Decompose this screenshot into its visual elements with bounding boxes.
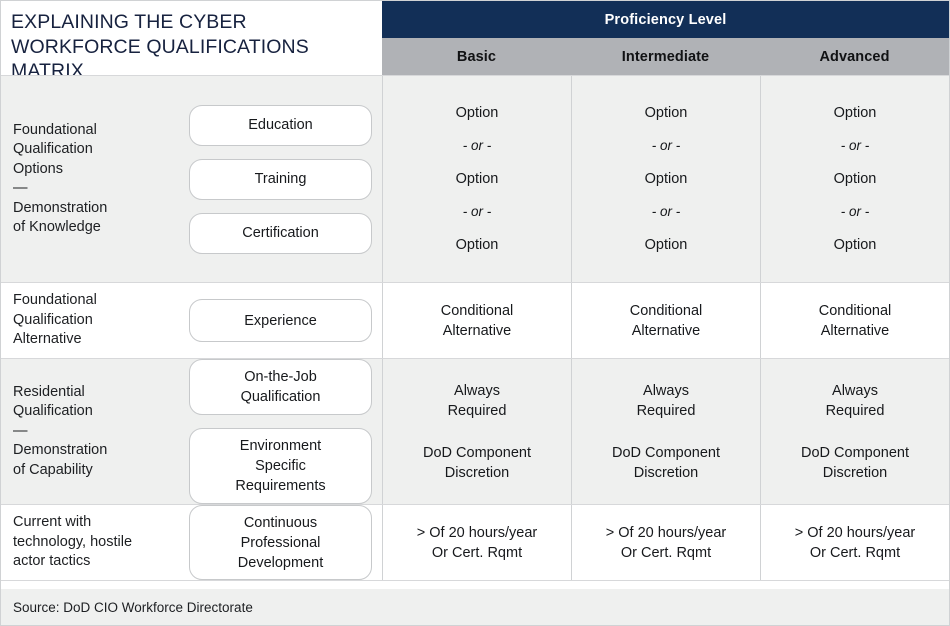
column-header-basic: Basic bbox=[456, 48, 497, 65]
row-label-line: Residential bbox=[13, 383, 85, 400]
pill-on-the-job-qualification[interactable]: On-the-Job Qualification bbox=[189, 359, 372, 415]
cell-segment: > Of 20 hours/year Or Cert. Rqmt bbox=[794, 524, 916, 561]
column-header-advanced: Advanced bbox=[819, 48, 890, 65]
row-data-cells: Always Required DoD Component Discretion… bbox=[382, 359, 949, 504]
table-cell-basic: Conditional Alternative bbox=[382, 283, 571, 358]
row-label-line: of Capability bbox=[13, 461, 93, 478]
row-label-line: Foundational bbox=[13, 121, 97, 138]
pill-certification[interactable]: Certification bbox=[189, 212, 372, 254]
row-label-dash: — bbox=[13, 180, 28, 196]
row-label-foundational-options: Foundational Qualification Options — Dem… bbox=[1, 76, 179, 282]
table-cell-intermediate: Conditional Alternative bbox=[571, 283, 760, 358]
row-label-residential-qualification: Residential Qualification — Demonstratio… bbox=[1, 359, 179, 504]
cell-segment: Option bbox=[455, 105, 499, 121]
cell-segment-or: - or - bbox=[651, 204, 681, 219]
pill-experience[interactable]: Experience bbox=[189, 299, 372, 342]
row-label-line: actor tactics bbox=[13, 553, 91, 570]
table-row: Foundational Qualification Alternative E… bbox=[1, 283, 949, 359]
cell-segment: Conditional Alternative bbox=[818, 302, 892, 339]
pill-education[interactable]: Education bbox=[189, 104, 372, 146]
row-label-foundational-alternative: Foundational Qualification Alternative bbox=[1, 283, 179, 358]
table-row: Current with technology, hostile actor t… bbox=[1, 505, 949, 581]
cell-segment: Option bbox=[833, 105, 877, 121]
cell-segment: Option bbox=[833, 237, 877, 253]
source-note: Source: DoD CIO Workforce Directorate bbox=[13, 599, 253, 615]
table-cell-advanced: Conditional Alternative bbox=[760, 283, 949, 358]
cell-segment: Option bbox=[644, 171, 688, 187]
row-label-line: Alternative bbox=[13, 331, 82, 348]
matrix-body: Foundational Qualification Options — Dem… bbox=[1, 75, 949, 589]
title-cell: EXPLAINING THE CYBER WORKFORCE QUALIFICA… bbox=[1, 1, 382, 82]
row-label-current-with-technology: Current with technology, hostile actor t… bbox=[1, 505, 179, 580]
row-label-line: Options bbox=[13, 160, 63, 177]
table-cell-intermediate: Always Required DoD Component Discretion bbox=[571, 359, 760, 504]
table-cell-intermediate: Option - or - Option - or - Option bbox=[571, 76, 760, 282]
row-data-cells: Option - or - Option - or - Option Optio… bbox=[382, 76, 949, 282]
cell-segment: Always Required bbox=[447, 382, 507, 419]
table-cell-basic: Option - or - Option - or - Option bbox=[382, 76, 571, 282]
row-pills: Continuous Professional Development bbox=[179, 505, 382, 580]
cell-segment: DoD Component Discretion bbox=[423, 444, 531, 481]
row-label-line: Demonstration bbox=[13, 199, 108, 216]
matrix-footer: Source: DoD CIO Workforce Directorate bbox=[1, 589, 949, 625]
row-pills: On-the-Job Qualification Environment Spe… bbox=[179, 359, 382, 504]
row-data-cells: > Of 20 hours/year Or Cert. Rqmt > Of 20… bbox=[382, 505, 949, 580]
row-label-line: Qualification bbox=[13, 403, 93, 420]
row-label-line: of Knowledge bbox=[13, 219, 101, 235]
cell-segment: DoD Component Discretion bbox=[801, 444, 909, 481]
row-pills: Education Training Certification bbox=[179, 76, 382, 282]
page-title: EXPLAINING THE CYBER WORKFORCE QUALIFICA… bbox=[11, 11, 309, 82]
table-cell-basic: > Of 20 hours/year Or Cert. Rqmt bbox=[382, 505, 571, 580]
cell-segment: Option bbox=[455, 171, 499, 187]
cell-segment-or: - or - bbox=[462, 204, 492, 219]
proficiency-level-header: Proficiency Level bbox=[382, 1, 949, 38]
row-label-line: Qualification bbox=[13, 141, 93, 157]
cell-segment: Always Required bbox=[825, 382, 885, 419]
table-cell-intermediate: > Of 20 hours/year Or Cert. Rqmt bbox=[571, 505, 760, 580]
row-label-dash: — bbox=[13, 422, 28, 439]
pill-continuous-professional-development[interactable]: Continuous Professional Development bbox=[189, 505, 372, 580]
cell-segment: Option bbox=[644, 237, 688, 253]
cell-segment-or: - or - bbox=[840, 204, 870, 219]
cell-segment: Option bbox=[644, 105, 688, 121]
row-label-line: technology, hostile bbox=[13, 533, 133, 550]
cell-segment-or: - or - bbox=[840, 138, 870, 153]
row-label-line: Current with bbox=[13, 514, 92, 531]
proficiency-header-group: Proficiency Level Basic Intermediate Adv… bbox=[382, 1, 949, 75]
cell-segment: Conditional Alternative bbox=[629, 302, 703, 339]
qualifications-matrix: EXPLAINING THE CYBER WORKFORCE QUALIFICA… bbox=[0, 0, 950, 626]
pill-training[interactable]: Training bbox=[189, 158, 372, 200]
cell-segment: Conditional Alternative bbox=[440, 302, 514, 339]
cell-segment: > Of 20 hours/year Or Cert. Rqmt bbox=[416, 524, 538, 561]
cell-segment-or: - or - bbox=[651, 138, 681, 153]
row-data-cells: Conditional Alternative Conditional Alte… bbox=[382, 283, 949, 358]
cell-segment: Option bbox=[455, 237, 499, 253]
table-cell-basic: Always Required DoD Component Discretion bbox=[382, 359, 571, 504]
table-cell-advanced: > Of 20 hours/year Or Cert. Rqmt bbox=[760, 505, 949, 580]
row-label-line: Foundational bbox=[13, 292, 97, 309]
table-cell-advanced: Always Required DoD Component Discretion bbox=[760, 359, 949, 504]
pill-environment-specific-requirements[interactable]: Environment Specific Requirements bbox=[189, 428, 372, 504]
row-label-line: Demonstration bbox=[13, 442, 108, 459]
row-pills: Experience bbox=[179, 283, 382, 358]
column-header-intermediate: Intermediate bbox=[621, 48, 710, 65]
cell-segment: DoD Component Discretion bbox=[612, 444, 720, 481]
cell-segment: Always Required bbox=[636, 382, 696, 419]
row-label-line: Qualification bbox=[13, 311, 93, 328]
cell-segment: Option bbox=[833, 171, 877, 187]
cell-segment: > Of 20 hours/year Or Cert. Rqmt bbox=[605, 524, 727, 561]
matrix-header: EXPLAINING THE CYBER WORKFORCE QUALIFICA… bbox=[1, 1, 949, 82]
table-row: Foundational Qualification Options — Dem… bbox=[1, 76, 949, 283]
cell-segment-or: - or - bbox=[462, 138, 492, 153]
proficiency-level-row: Basic Intermediate Advanced bbox=[382, 38, 949, 75]
table-cell-advanced: Option - or - Option - or - Option bbox=[760, 76, 949, 282]
table-row: Residential Qualification — Demonstratio… bbox=[1, 359, 949, 505]
